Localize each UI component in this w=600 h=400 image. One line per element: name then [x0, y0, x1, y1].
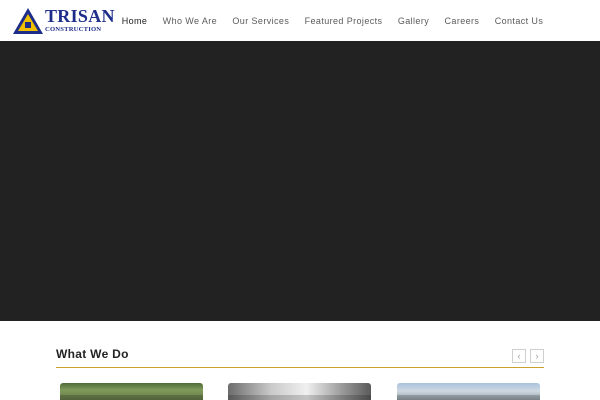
nav-item-featured-projects[interactable]: Featured Projects: [297, 16, 390, 26]
nav-item-who-we-are[interactable]: Who We Are: [155, 16, 225, 26]
brand-name: TRISAN: [45, 6, 115, 26]
nav-item-careers[interactable]: Careers: [437, 16, 487, 26]
nav-item-contact-us[interactable]: Contact Us: [487, 16, 551, 26]
nav-item-our-services[interactable]: Our Services: [225, 16, 297, 26]
service-card-image[interactable]: [60, 383, 203, 400]
service-card-image[interactable]: [397, 383, 540, 400]
section-divider: [56, 367, 544, 368]
carousel-next-button[interactable]: ›: [530, 349, 544, 363]
section-title: What We Do: [56, 347, 129, 361]
nav-item-home[interactable]: Home: [114, 16, 155, 26]
site-header: TRISAN CONSTRUCTION Home Who We Are Our …: [0, 0, 600, 41]
nav-item-gallery[interactable]: Gallery: [390, 16, 437, 26]
hero-banner: [0, 41, 600, 321]
chevron-right-icon: ›: [535, 351, 539, 361]
service-card-image[interactable]: [228, 383, 371, 400]
main-nav: Home Who We Are Our Services Featured Pr…: [114, 0, 551, 41]
card-shade: [228, 395, 371, 400]
carousel-prev-button[interactable]: ‹: [512, 349, 526, 363]
chevron-left-icon: ‹: [517, 351, 521, 361]
logo-triangle-icon: [13, 8, 43, 34]
card-shade: [397, 395, 540, 400]
site-logo[interactable]: TRISAN CONSTRUCTION: [12, 7, 115, 37]
brand-tagline: CONSTRUCTION: [45, 26, 102, 33]
card-shade: [60, 395, 203, 400]
